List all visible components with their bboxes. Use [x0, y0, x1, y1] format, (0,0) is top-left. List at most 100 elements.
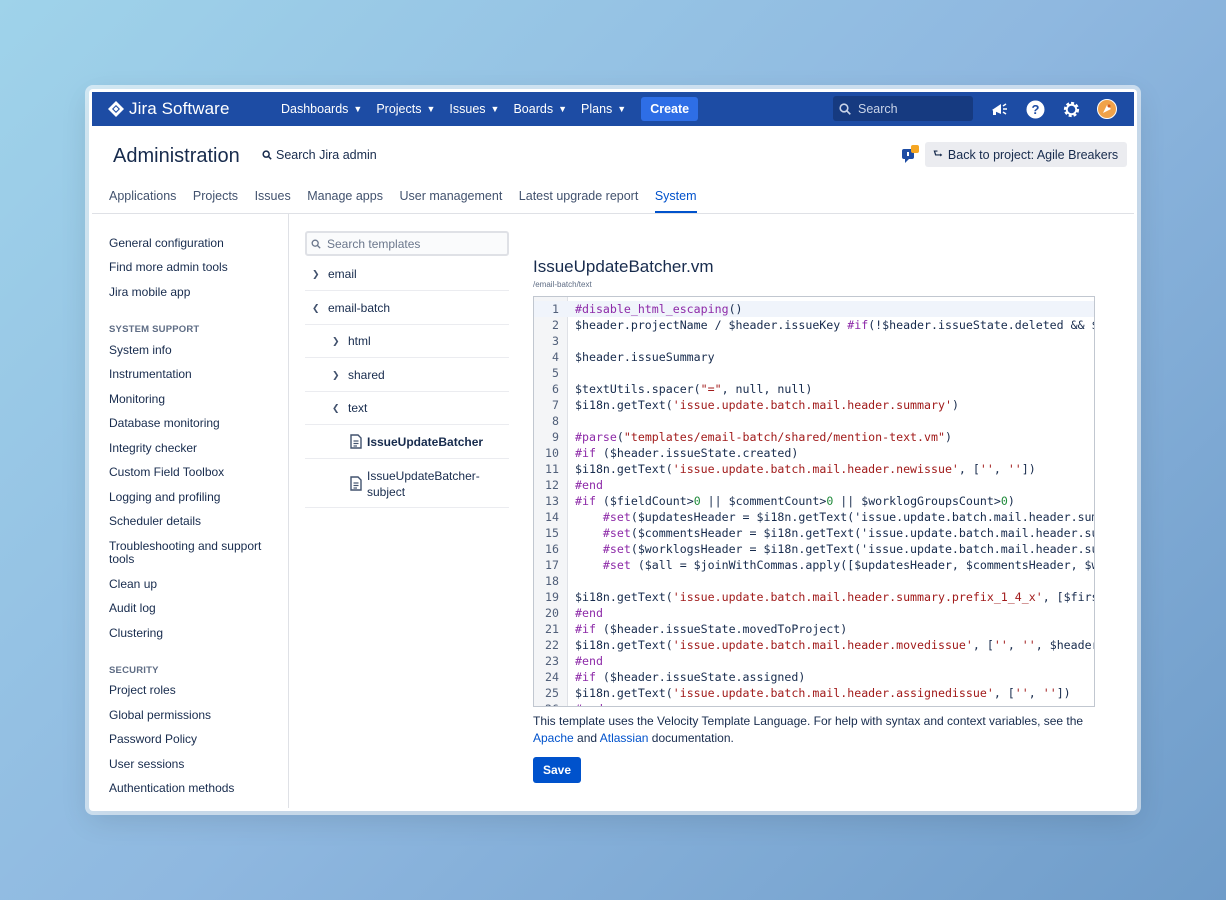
template-search-input[interactable]: Search templates	[305, 231, 509, 256]
sidebar-item-global-permissions[interactable]: Global permissions	[109, 709, 211, 722]
sidebar-item-general-configuration[interactable]: General configuration	[109, 237, 224, 250]
code-editor[interactable]: 1 #disable_html_escaping() 2 $header.projec…	[533, 296, 1095, 707]
code-line[interactable]: 21 #if ($header.issueState.movedToProject…	[534, 621, 1094, 637]
code-line[interactable]: 8	[534, 413, 1094, 429]
search-icon	[839, 102, 851, 115]
global-search-input[interactable]: Search	[833, 96, 973, 121]
code-line[interactable]: 2 $header.projectName / $header.issueKey …	[534, 317, 1094, 333]
code-line[interactable]: 15 #set($commentsHeader = $i18n.getText(…	[534, 525, 1094, 541]
tree-node-email-batch[interactable]: ❮ email-batch	[312, 301, 390, 315]
save-button[interactable]: Save	[533, 757, 582, 783]
tree-node-email[interactable]: ❯ email	[312, 267, 357, 281]
sidebar-item-authentication-methods[interactable]: Authentication methods	[109, 782, 234, 795]
code-line[interactable]: 20 #end	[534, 605, 1094, 621]
apache-link[interactable]: Apache	[533, 731, 574, 745]
nav-boards[interactable]: Boards ▼	[513, 102, 567, 116]
code-line[interactable]: 24 #if ($header.issueState.assigned)	[534, 669, 1094, 685]
code-line[interactable]: 19 $i18n.getText('issue.update.batch.mail…	[534, 589, 1094, 605]
sidebar-item-find-more-admin-tools[interactable]: Find more admin tools	[109, 261, 228, 274]
sidebar-item-clustering[interactable]: Clustering	[109, 627, 163, 640]
sidebar-item-database-monitoring[interactable]: Database monitoring	[109, 417, 220, 430]
code-line[interactable]: 16 #set($worklogsHeader = $i18n.getText(…	[534, 541, 1095, 557]
tab-latest-upgrade-report[interactable]: Latest upgrade report	[519, 189, 639, 213]
code-text: $i18n.getText('issue.update.batch.mail.h…	[575, 462, 1036, 476]
sidebar-item-system-info[interactable]: System info	[109, 344, 172, 357]
sidebar-item-password-policy[interactable]: Password Policy	[109, 733, 197, 746]
sidebar-item-troubleshooting[interactable]: Troubleshooting and support tools	[109, 540, 274, 566]
code-line[interactable]: 22 $i18n.getText('issue.update.batch.mail…	[534, 637, 1094, 653]
code-line[interactable]: 14 #set($updatesHeader = $i18n.getText('…	[534, 509, 1095, 525]
nav-label: Issues	[449, 102, 486, 116]
sidebar-item-integrity-checker[interactable]: Integrity checker	[109, 442, 197, 455]
sidebar-item-instrumentation[interactable]: Instrumentation	[109, 368, 192, 381]
sidebar-item-clean-up[interactable]: Clean up	[109, 578, 157, 591]
tab-system[interactable]: System	[654, 189, 697, 213]
code-line[interactable]: 3	[534, 333, 1094, 349]
code-line[interactable]: 13 #if ($fieldCount>0 || $commentCount>0 …	[534, 493, 1094, 509]
line-number: 4	[552, 350, 559, 364]
code-line[interactable]: 7 $i18n.getText('issue.update.batch.mail.…	[534, 397, 1094, 413]
feedback-icon[interactable]	[901, 145, 921, 170]
tab-manage-apps[interactable]: Manage apps	[307, 189, 383, 213]
code-text: $textUtils.spacer("=", null, null)	[575, 382, 813, 396]
nav-plans[interactable]: Plans ▼	[581, 102, 626, 116]
code-line[interactable]: 18	[534, 573, 1094, 589]
sidebar-item-custom-field-toolbox[interactable]: Custom Field Toolbox	[109, 466, 224, 479]
code-line[interactable]: 11 $i18n.getText('issue.update.batch.mail…	[534, 461, 1094, 477]
create-button[interactable]: Create	[641, 97, 699, 121]
tab-user-management[interactable]: User management	[399, 189, 502, 213]
code-text: #if ($header.issueState.created)	[575, 446, 799, 460]
tree-divider	[305, 290, 509, 291]
nav-projects[interactable]: Projects ▼	[376, 102, 435, 116]
line-number: 10	[545, 446, 559, 460]
sidebar-item-audit-log[interactable]: Audit log	[109, 602, 156, 615]
tree-file-issueupdatebatcher-subject[interactable]: IssueUpdateBatcher-subject	[350, 468, 487, 500]
sidebar-item-project-roles[interactable]: Project roles	[109, 684, 176, 697]
help-icon[interactable]: ?	[1024, 98, 1046, 120]
line-number: 2	[552, 318, 559, 332]
line-number: 24	[545, 670, 559, 684]
sidebar-item-scheduler-details[interactable]: Scheduler details	[109, 515, 201, 528]
code-line[interactable]: 5	[534, 365, 1094, 381]
code-line[interactable]: 1 #disable_html_escaping()	[534, 301, 1094, 317]
tab-applications[interactable]: Applications	[109, 189, 176, 213]
nav-dashboards[interactable]: Dashboards ▼	[281, 102, 362, 116]
code-text: #set($worklogsHeader = $i18n.getText('is…	[602, 542, 1095, 556]
code-text: #set ($all = $joinWithCommas.apply([$upd…	[602, 558, 1095, 572]
sidebar-item-logging-and-profiling[interactable]: Logging and profiling	[109, 491, 220, 504]
sidebar-item-monitoring[interactable]: Monitoring	[109, 393, 165, 406]
admin-sidebar: General configuration Find more admin to…	[92, 214, 289, 808]
nav-issues[interactable]: Issues ▼	[449, 102, 499, 116]
jira-logo[interactable]: Jira Software	[108, 99, 248, 119]
atlassian-link[interactable]: Atlassian	[600, 731, 649, 745]
sidebar-item-user-sessions[interactable]: User sessions	[109, 758, 184, 771]
settings-icon[interactable]	[1060, 98, 1082, 120]
tab-issues[interactable]: Issues	[255, 189, 291, 213]
code-line[interactable]: 25 $i18n.getText('issue.update.batch.mail…	[534, 685, 1094, 701]
code-line[interactable]: 4 $header.issueSummary	[534, 349, 1094, 365]
admin-search-link[interactable]: Search Jira admin	[262, 148, 377, 162]
line-number: 5	[552, 366, 559, 380]
tree-file-issueupdatebatcher[interactable]: IssueUpdateBatcher	[350, 434, 483, 449]
code-line[interactable]: 6 $textUtils.spacer("=", null, null)	[534, 381, 1094, 397]
code-line[interactable]: 9 #parse("templates/email-batch/shared/me…	[534, 429, 1094, 445]
sidebar-heading-security: SECURITY	[109, 665, 159, 676]
avatar[interactable]	[1096, 98, 1118, 120]
code-line[interactable]: 12 #end	[534, 477, 1094, 493]
tab-projects[interactable]: Projects	[193, 189, 238, 213]
line-number: 13	[545, 494, 559, 508]
sidebar-heading-system-support: SYSTEM SUPPORT	[109, 324, 200, 335]
code-line[interactable]: 26 #end	[534, 701, 1094, 706]
code-line[interactable]: 10 #if ($header.issueState.created)	[534, 445, 1094, 461]
tree-node-text[interactable]: ❮ text	[332, 401, 367, 415]
tree-node-shared[interactable]: ❯ shared	[332, 368, 385, 382]
code-text: #set($updatesHeader = $i18n.getText('iss…	[602, 510, 1095, 524]
code-line[interactable]: 23 #end	[534, 653, 1094, 669]
chevron-down-icon: ▼	[617, 104, 627, 114]
tree-divider	[305, 458, 509, 459]
sidebar-item-jira-mobile-app[interactable]: Jira mobile app	[109, 286, 190, 299]
megaphone-icon[interactable]	[988, 98, 1010, 120]
back-to-project-button[interactable]: ⮑ Back to project: Agile Breakers	[925, 142, 1128, 167]
tree-node-html[interactable]: ❯ html	[332, 334, 371, 348]
code-line[interactable]: 17 #set ($all = $joinWithCommas.apply([$…	[534, 557, 1095, 573]
